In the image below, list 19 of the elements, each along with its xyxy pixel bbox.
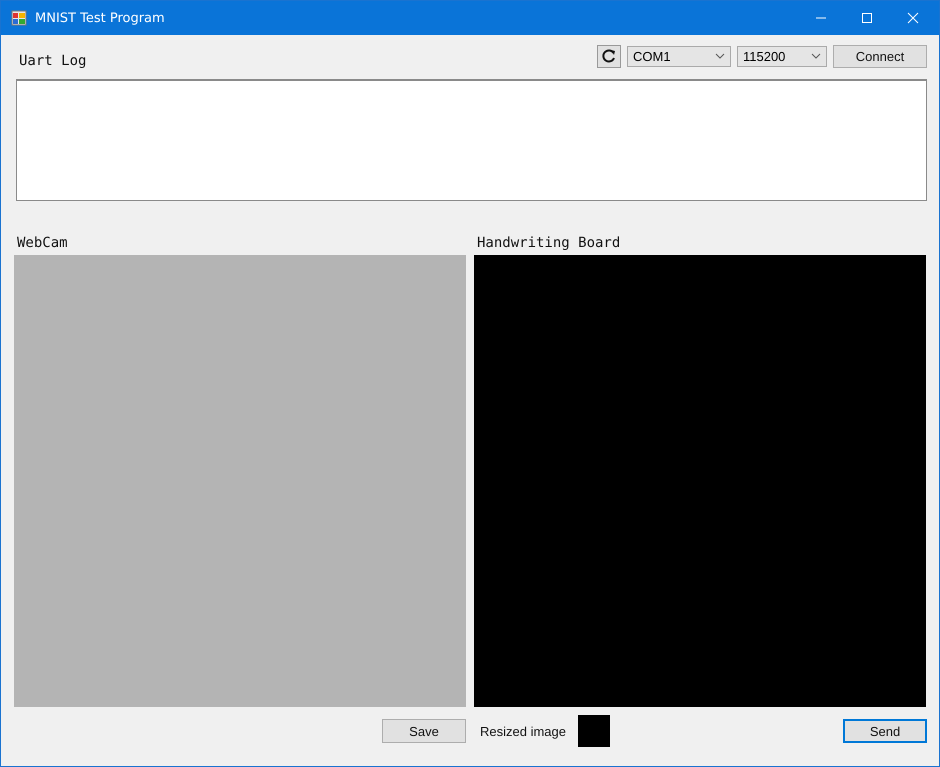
close-icon[interactable] — [907, 12, 919, 24]
app-icon — [11, 10, 27, 26]
board-label: Handwriting Board — [477, 235, 622, 251]
resized-image-label: Resized image — [480, 724, 566, 738]
chevron-icon — [811, 53, 821, 59]
webcam-label: WebCam — [17, 235, 69, 251]
log-textbox[interactable] — [16, 79, 927, 201]
chevron-icon — [715, 53, 725, 59]
send-button[interactable]: Send — [843, 719, 927, 743]
resized-image-preview — [578, 715, 610, 747]
baud-dropdown[interactable]: 115200 — [737, 46, 827, 66]
uart-log-label: Uart Log — [19, 53, 86, 69]
window-title: MNIST Test Program — [35, 10, 165, 26]
save-button[interactable]: Save — [382, 719, 466, 743]
refresh-button[interactable] — [597, 44, 621, 68]
connect-button[interactable]: Connect — [833, 44, 927, 68]
refresh-icon — [601, 48, 617, 64]
maximize-icon[interactable] — [861, 12, 873, 24]
port-dropdown[interactable]: COM1 — [627, 46, 731, 66]
